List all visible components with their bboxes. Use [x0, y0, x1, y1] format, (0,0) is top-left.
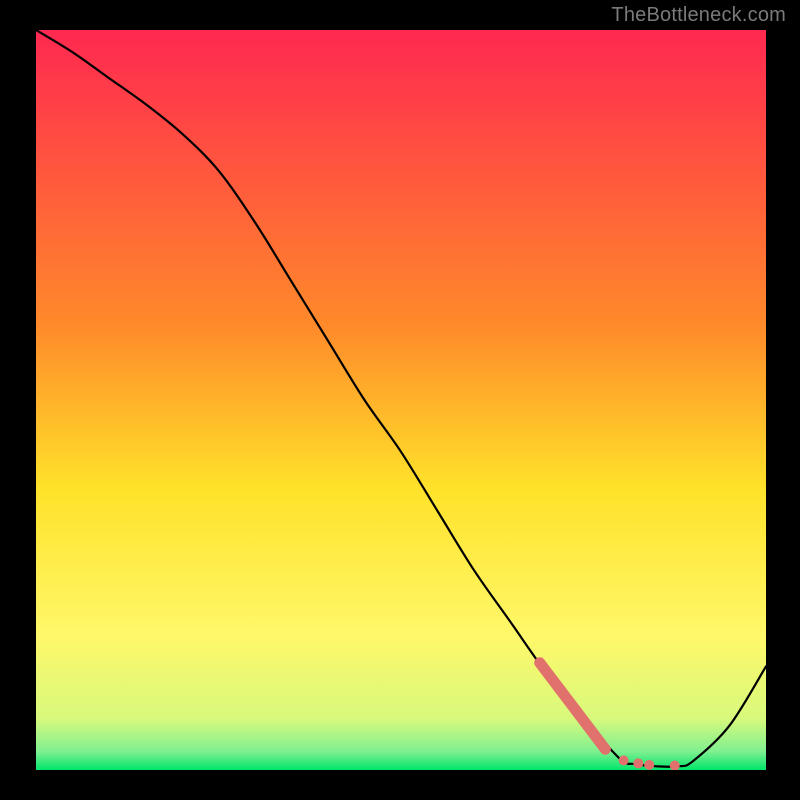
watermark-text: TheBottleneck.com: [611, 4, 786, 27]
chart-plot: [36, 30, 766, 770]
chart-svg: [36, 30, 766, 770]
marker-dot: [633, 758, 643, 768]
marker-dot: [644, 760, 654, 770]
heatmap-background: [36, 30, 766, 770]
marker-dot: [619, 755, 629, 765]
stage: TheBottleneck.com: [0, 0, 800, 800]
